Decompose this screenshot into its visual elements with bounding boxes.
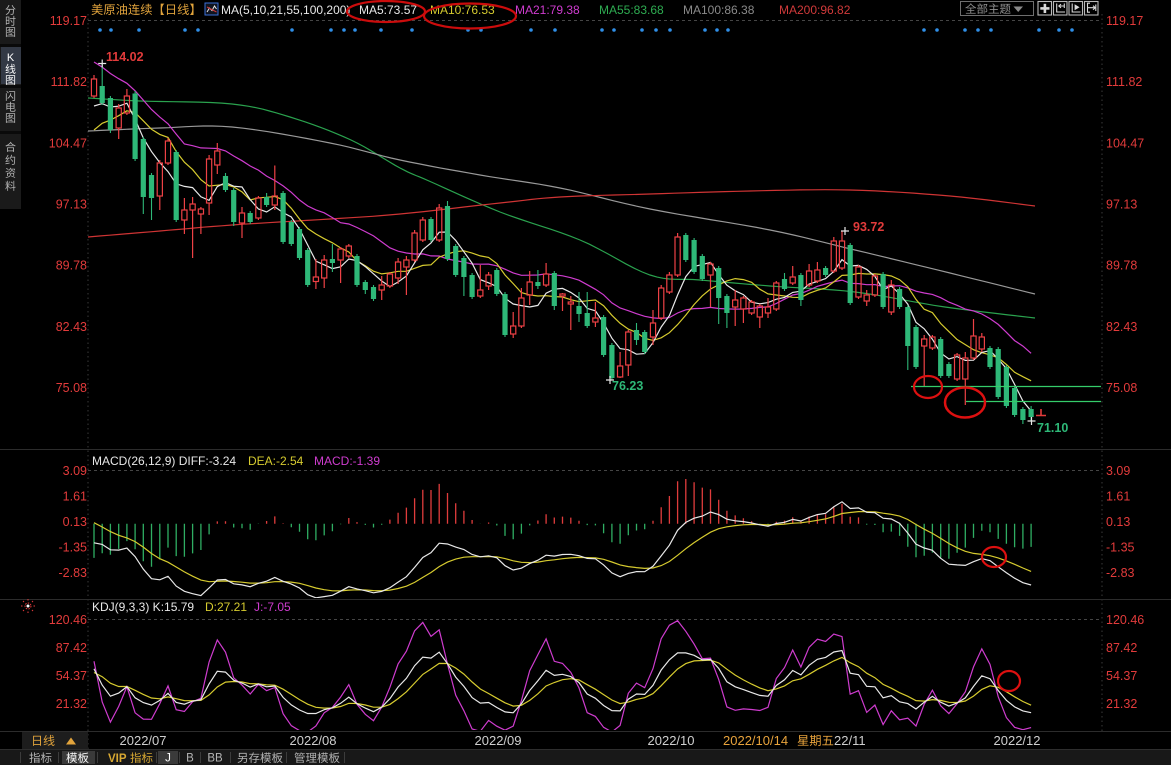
svg-text:-2.83: -2.83 [1106, 566, 1135, 580]
svg-text:114.02: 114.02 [106, 50, 144, 64]
svg-text:MA100:86.38: MA100:86.38 [683, 3, 755, 17]
svg-text:1.61: 1.61 [1106, 490, 1130, 504]
svg-text:-1.35: -1.35 [1106, 541, 1135, 555]
svg-text:3.09: 3.09 [1106, 464, 1130, 478]
svg-text:2022/10: 2022/10 [648, 733, 695, 748]
svg-text:104.47: 104.47 [1106, 136, 1144, 150]
svg-text:2022/12: 2022/12 [994, 733, 1041, 748]
svg-text:J: J [165, 753, 171, 765]
svg-text:D:27.21: D:27.21 [205, 600, 247, 614]
svg-text:MA200:96.82: MA200:96.82 [779, 3, 851, 17]
svg-text:MACD:-1.39: MACD:-1.39 [314, 454, 380, 468]
svg-text:21.32: 21.32 [1106, 697, 1137, 711]
svg-text:2022/10/14: 2022/10/14 [723, 733, 788, 748]
svg-text:J:-7.05: J:-7.05 [254, 600, 291, 614]
svg-text:89.78: 89.78 [1106, 259, 1137, 273]
svg-text:VIP: VIP [108, 753, 127, 765]
svg-text:MACD(26,12,9) DIFF:-3.24: MACD(26,12,9) DIFF:-3.24 [92, 454, 236, 468]
svg-text:2022/07: 2022/07 [120, 733, 167, 748]
svg-text:K: K [7, 52, 15, 64]
svg-text:120.46: 120.46 [1106, 613, 1144, 627]
svg-text:2022/08: 2022/08 [290, 733, 337, 748]
svg-text:MA55:83.68: MA55:83.68 [599, 3, 664, 17]
svg-text:54.37: 54.37 [56, 669, 87, 683]
svg-text:76.23: 76.23 [612, 379, 643, 393]
svg-text:3.09: 3.09 [63, 464, 87, 478]
svg-text:22/11: 22/11 [834, 733, 866, 748]
svg-text:0.13: 0.13 [63, 515, 87, 529]
svg-text:21.32: 21.32 [56, 697, 87, 711]
svg-text:97.13: 97.13 [56, 198, 87, 212]
svg-text:MA5:73.57: MA5:73.57 [359, 3, 417, 17]
svg-text:2022/09: 2022/09 [475, 733, 522, 748]
svg-text:87.42: 87.42 [1106, 641, 1137, 655]
svg-text:82.43: 82.43 [1106, 320, 1137, 334]
svg-text:-2.83: -2.83 [59, 566, 88, 580]
svg-text:87.42: 87.42 [56, 641, 87, 655]
svg-text:75.08: 75.08 [56, 381, 87, 395]
svg-text:82.43: 82.43 [56, 320, 87, 334]
svg-text:B: B [186, 753, 194, 765]
svg-text:93.72: 93.72 [853, 220, 884, 234]
svg-text:120.46: 120.46 [49, 613, 87, 627]
svg-text:75.08: 75.08 [1106, 381, 1137, 395]
svg-text:54.37: 54.37 [1106, 669, 1137, 683]
svg-text:119.17: 119.17 [1106, 14, 1143, 28]
svg-text:97.13: 97.13 [1106, 198, 1137, 212]
svg-text:1.61: 1.61 [63, 490, 87, 504]
svg-text:119.17: 119.17 [50, 14, 87, 28]
svg-text:0.13: 0.13 [1106, 515, 1130, 529]
svg-text:104.47: 104.47 [49, 136, 87, 150]
svg-text:MA21:79.38: MA21:79.38 [515, 3, 580, 17]
svg-text:71.10: 71.10 [1037, 421, 1068, 435]
svg-text:111.82: 111.82 [1106, 75, 1142, 89]
svg-text:DEA:-2.54: DEA:-2.54 [248, 454, 304, 468]
svg-text:KDJ(9,3,3) K:15.79: KDJ(9,3,3) K:15.79 [92, 600, 194, 614]
svg-text:89.78: 89.78 [56, 259, 87, 273]
svg-text:-1.35: -1.35 [59, 541, 88, 555]
svg-text:111.82: 111.82 [51, 75, 87, 89]
svg-text:BB: BB [207, 753, 223, 765]
svg-text:MA(5,10,21,55,100,200): MA(5,10,21,55,100,200) [221, 3, 350, 17]
